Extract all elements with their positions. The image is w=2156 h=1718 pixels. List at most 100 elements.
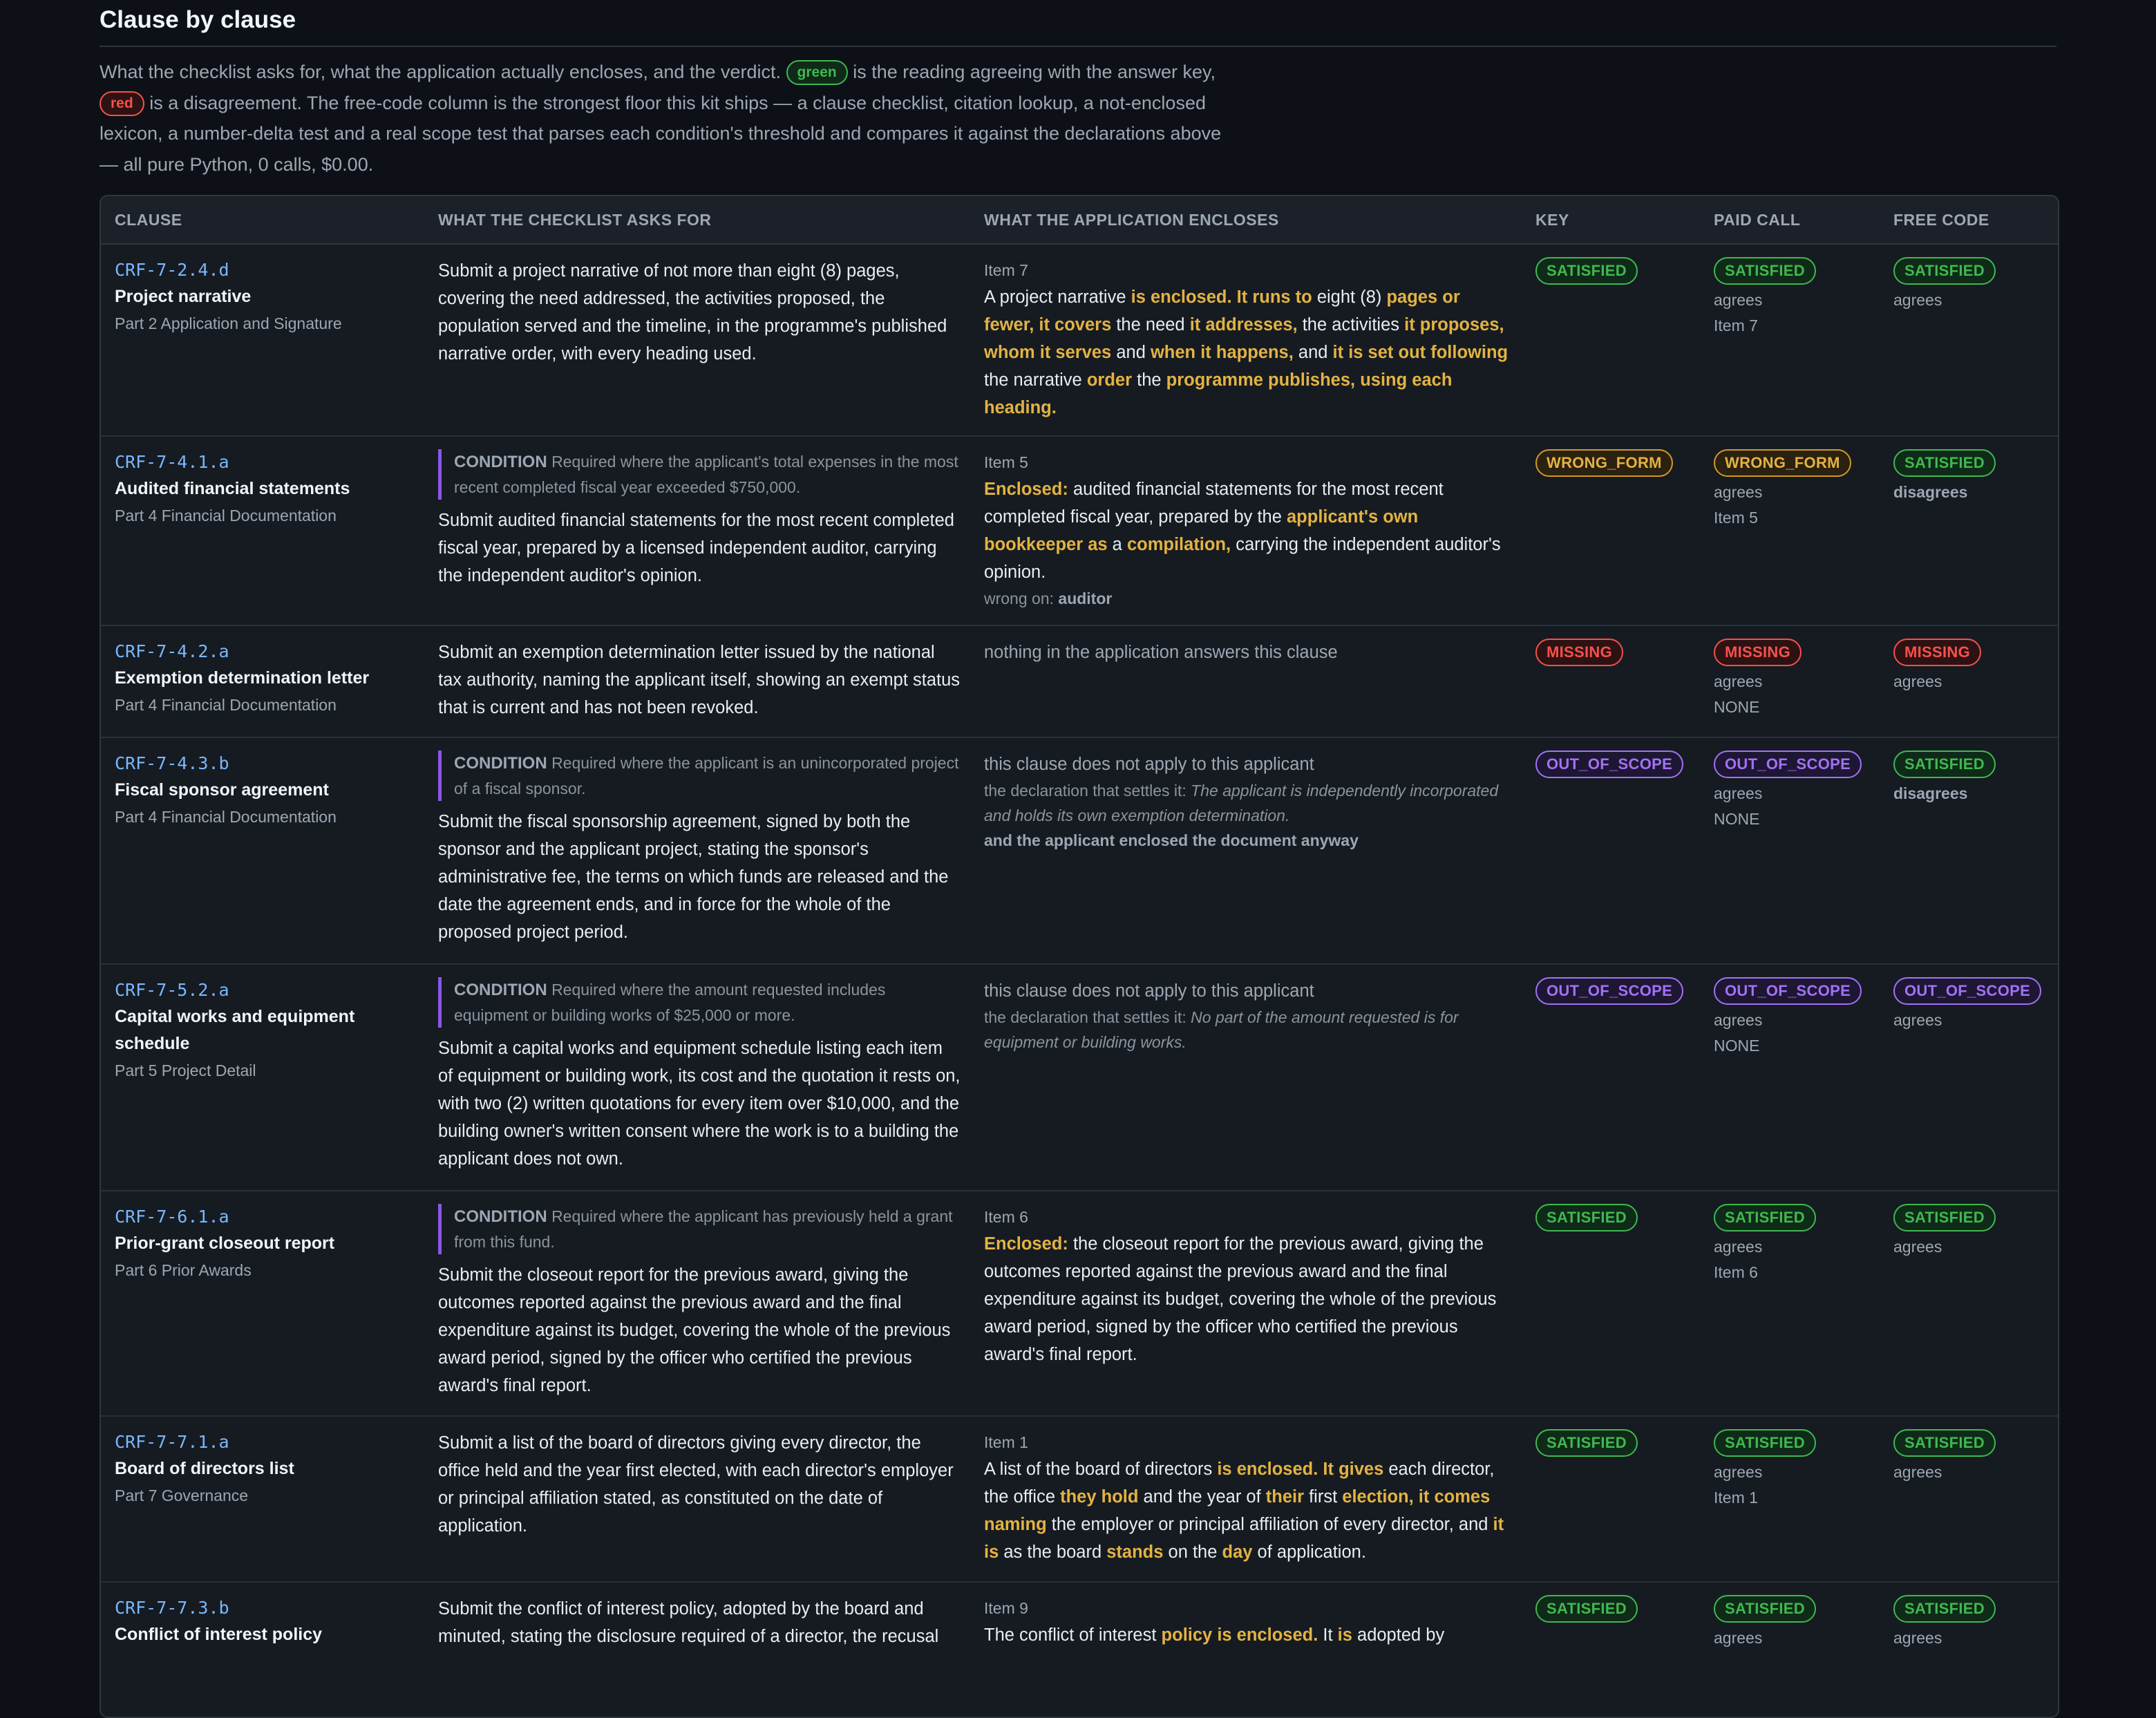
- clause-code[interactable]: CRF-7-4.1.a: [115, 449, 419, 475]
- asks-text: Submit a list of the board of directors …: [438, 1433, 954, 1536]
- red-chip: red: [100, 91, 144, 116]
- free-cell: SATISFIED disagrees: [1893, 751, 1996, 806]
- free-agreement: disagrees: [1893, 483, 1968, 501]
- paid-ref: Item 1: [1714, 1489, 1758, 1507]
- status-badge: SATISFIED: [1535, 1204, 1638, 1231]
- col-free: FREE CODE: [1893, 211, 1989, 229]
- status-badge: WRONG_FORM: [1714, 449, 1851, 477]
- condition-note: CONDITION Required where the applicant i…: [438, 751, 961, 801]
- asks-text: Submit audited financial statements for …: [438, 511, 954, 585]
- status-badge: OUT_OF_SCOPE: [1535, 751, 1684, 778]
- paid-cell: SATISFIED agrees Item 1: [1714, 1429, 1816, 1511]
- clause-name: Audited financial statements: [115, 479, 350, 498]
- encloses-cell: Item 1 A list of the board of directors …: [984, 1429, 1509, 1566]
- clause-cell: CRF-7-4.1.a Audited financial statements…: [115, 449, 419, 529]
- clause-part: Part 2 Application and Signature: [115, 314, 342, 332]
- encloses-text: this clause does not apply to this appli…: [984, 755, 1314, 774]
- key-cell: SATISFIED: [1535, 1204, 1638, 1231]
- paid-agreement: agrees: [1714, 1629, 1763, 1647]
- free-cell: MISSING agrees: [1893, 639, 1981, 695]
- paid-cell: SATISFIED agrees Item 7: [1714, 257, 1816, 339]
- key-cell: OUT_OF_SCOPE: [1535, 977, 1684, 1005]
- clause-name: Fiscal sponsor agreement: [115, 780, 329, 800]
- clause-cell: CRF-7-2.4.d Project narrative Part 2 App…: [115, 257, 419, 337]
- clause-name: Exemption determination letter: [115, 668, 370, 688]
- clause-cell: CRF-7-5.2.a Capital works and equipment …: [115, 977, 419, 1084]
- status-badge: OUT_OF_SCOPE: [1535, 977, 1684, 1005]
- clause-table: CLAUSE WHAT THE CHECKLIST ASKS FOR WHAT …: [100, 195, 2059, 1718]
- clause-part: Part 5 Project Detail: [115, 1061, 256, 1079]
- item-ref: Item 5: [984, 453, 1028, 471]
- col-clause: CLAUSE: [115, 211, 182, 229]
- col-encloses: WHAT THE APPLICATION ENCLOSES: [984, 211, 1279, 229]
- intro-part-3: is a disagreement. The free-code column …: [100, 92, 1222, 175]
- free-cell: SATISFIED agrees: [1893, 257, 1996, 313]
- encloses-cell: this clause does not apply to this appli…: [984, 751, 1509, 853]
- clause-code[interactable]: CRF-7-2.4.d: [115, 257, 419, 283]
- asks-text: Submit the fiscal sponsorship agreement,…: [438, 812, 949, 942]
- key-cell: SATISFIED: [1535, 1595, 1638, 1623]
- asks-text: Submit the closeout report for the previ…: [438, 1265, 951, 1395]
- status-badge: OUT_OF_SCOPE: [1893, 977, 2042, 1005]
- free-cell: OUT_OF_SCOPE agrees: [1893, 977, 2042, 1033]
- clause-code[interactable]: CRF-7-7.1.a: [115, 1429, 419, 1455]
- table-row: CRF-7-7.3.b Conflict of interest policy …: [101, 1583, 2058, 1717]
- asks-text: Submit the conflict of interest policy, …: [438, 1599, 939, 1646]
- table-row: CRF-7-2.4.d Project narrative Part 2 App…: [101, 245, 2058, 437]
- item-ref: Item 9: [984, 1599, 1028, 1617]
- clause-part: Part 7 Governance: [115, 1486, 249, 1504]
- clause-name: Capital works and equipment schedule: [115, 1007, 355, 1053]
- status-badge: SATISFIED: [1893, 1429, 1996, 1457]
- key-cell: MISSING: [1535, 639, 1623, 666]
- item-ref: Item 7: [984, 261, 1028, 279]
- settling-declaration: the declaration that settles it: The app…: [984, 782, 1499, 824]
- free-agreement: agrees: [1893, 291, 1942, 309]
- clause-code[interactable]: CRF-7-4.2.a: [115, 639, 419, 665]
- paid-ref: Item 6: [1714, 1263, 1758, 1281]
- section-heading: Clause by clause: [100, 0, 2056, 47]
- status-badge: SATISFIED: [1893, 449, 1996, 477]
- clause-name: Prior-grant closeout report: [115, 1234, 335, 1253]
- free-agreement: agrees: [1893, 1238, 1942, 1256]
- free-agreement: agrees: [1893, 1629, 1942, 1647]
- paid-agreement: agrees: [1714, 672, 1763, 690]
- clause-cell: CRF-7-4.2.a Exemption determination lett…: [115, 639, 419, 718]
- status-badge: SATISFIED: [1535, 1595, 1638, 1623]
- item-ref: Item 6: [984, 1208, 1028, 1226]
- free-cell: SATISFIED agrees: [1893, 1429, 1996, 1485]
- paid-cell: OUT_OF_SCOPE agrees NONE: [1714, 751, 1862, 832]
- page: Clause by clause What the checklist asks…: [100, 0, 2059, 1718]
- paid-agreement: agrees: [1714, 1238, 1763, 1256]
- table-row: CRF-7-5.2.a Capital works and equipment …: [101, 965, 2058, 1191]
- encloses-text: The conflict of interest policy is enclo…: [984, 1625, 1445, 1645]
- clause-code[interactable]: CRF-7-6.1.a: [115, 1204, 419, 1230]
- free-agreement: agrees: [1893, 1011, 1942, 1029]
- clause-code[interactable]: CRF-7-7.3.b: [115, 1595, 419, 1621]
- status-badge: SATISFIED: [1535, 257, 1638, 285]
- asks-text: Submit a project narrative of not more t…: [438, 261, 947, 364]
- asks-cell: CONDITION Required where the applicant h…: [438, 1204, 961, 1399]
- encloses-cell: this clause does not apply to this appli…: [984, 977, 1509, 1055]
- status-badge: OUT_OF_SCOPE: [1714, 751, 1862, 778]
- free-cell: SATISFIED agrees: [1893, 1595, 1996, 1651]
- asks-cell: CONDITION Required where the applicant i…: [438, 751, 961, 946]
- status-badge: SATISFIED: [1893, 1204, 1996, 1231]
- free-agreement: disagrees: [1893, 784, 1968, 802]
- key-cell: WRONG_FORM: [1535, 449, 1673, 477]
- condition-note: CONDITION Required where the applicant's…: [438, 449, 961, 500]
- paid-ref: Item 7: [1714, 317, 1758, 334]
- clause-code[interactable]: CRF-7-5.2.a: [115, 977, 419, 1003]
- encloses-text: nothing in the application answers this …: [984, 643, 1338, 662]
- paid-agreement: agrees: [1714, 1463, 1763, 1481]
- clause-part: Part 6 Prior Awards: [115, 1261, 252, 1279]
- status-badge: SATISFIED: [1714, 257, 1816, 285]
- paid-ref: NONE: [1714, 810, 1760, 828]
- encloses-cell: Item 5 Enclosed: audited financial state…: [984, 449, 1509, 611]
- clause-code[interactable]: CRF-7-4.3.b: [115, 751, 419, 777]
- encloses-cell: Item 6 Enclosed: the closeout report for…: [984, 1204, 1509, 1368]
- status-badge: SATISFIED: [1714, 1204, 1816, 1231]
- encloses-text: Enclosed: audited financial statements f…: [984, 480, 1501, 582]
- free-cell: SATISFIED agrees: [1893, 1204, 1996, 1260]
- clause-cell: CRF-7-4.3.b Fiscal sponsor agreement Par…: [115, 751, 419, 830]
- clause-part: Part 4 Financial Documentation: [115, 507, 337, 525]
